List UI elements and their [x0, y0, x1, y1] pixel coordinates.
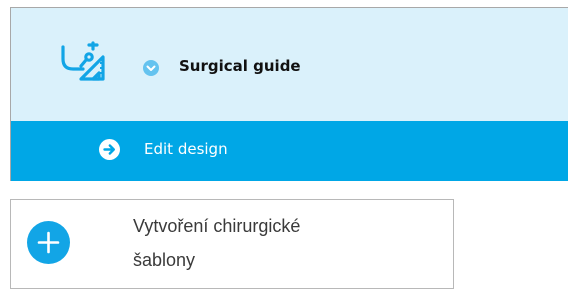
- edit-design-label: Edit design: [144, 140, 228, 158]
- create-surgical-guide-button[interactable]: Vytvoření chirurgické šablony: [10, 199, 454, 289]
- workflow-header[interactable]: Surgical guide: [11, 8, 568, 121]
- surgical-guide-icon: [61, 41, 105, 81]
- workflow-title: Surgical guide: [179, 57, 301, 75]
- task-label: Vytvoření chirurgické šablony: [133, 209, 433, 277]
- step-indicator-icon: [143, 60, 159, 76]
- task-label-line1: Vytvoření chirurgické: [133, 216, 301, 236]
- chevron-down-icon: [146, 65, 156, 71]
- arrow-right-circle-icon: [99, 139, 120, 160]
- workflow-panel: Surgical guide Edit design: [10, 7, 568, 181]
- task-label-line2: šablony: [133, 250, 196, 270]
- edit-design-button[interactable]: Edit design: [11, 121, 568, 181]
- plus-icon: [27, 221, 70, 264]
